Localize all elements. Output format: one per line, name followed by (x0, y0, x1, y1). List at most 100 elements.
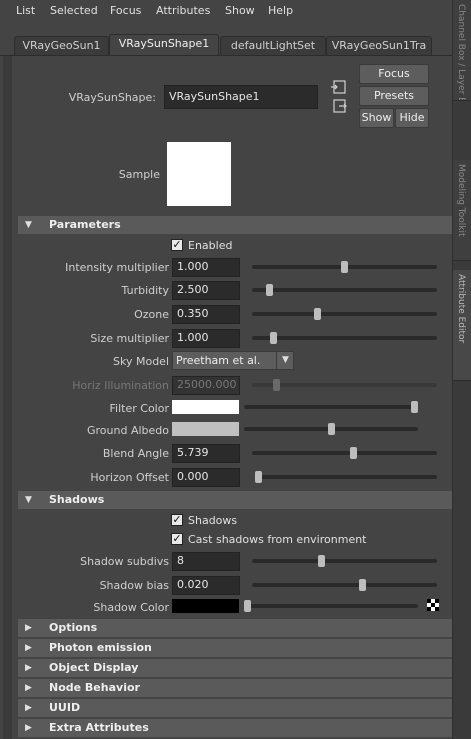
side-tab-channel-box[interactable]: Channel Box / Layer Editor (453, 0, 471, 101)
ground-albedo-label: Ground Albedo (86, 424, 169, 437)
expand-arrow-icon: ▼ (25, 220, 32, 230)
blend-angle-slider[interactable] (252, 451, 437, 455)
turbidity-label: Turbidity (121, 284, 169, 297)
shadow-subdivs-slider[interactable] (252, 559, 437, 563)
blend-angle-slider-handle[interactable] (349, 447, 357, 459)
hide-button[interactable]: Hide (395, 108, 429, 128)
tab-defaultlightset[interactable]: defaultLightSet (220, 36, 326, 55)
collapse-arrow-icon: ▶ (25, 683, 32, 693)
shadows-checkbox[interactable]: ✓ (171, 514, 183, 526)
section-shadows[interactable]: ▼ Shadows (18, 491, 452, 509)
turbidity-field[interactable]: 2.500 (172, 281, 240, 300)
node-tab-bar: VRayGeoSun1 VRaySunShape1 defaultLightSe… (0, 34, 452, 56)
size-multiplier-slider-handle[interactable] (269, 332, 277, 344)
show-button[interactable]: Show (359, 108, 394, 128)
section-uuid[interactable]: ▶ UUID (18, 699, 452, 717)
dropdown-arrow-icon: ▼ (276, 352, 294, 369)
sky-model-value: Preetham et al. (176, 354, 261, 367)
map-texture-icon[interactable] (427, 599, 439, 611)
shadow-color-label: Shadow Color (93, 601, 169, 614)
collapse-arrow-icon: ▶ (25, 663, 32, 673)
enabled-label: Enabled (188, 239, 233, 252)
horizon-offset-slider-handle[interactable] (255, 471, 262, 483)
node-name-label: VRaySunShape: (68, 91, 156, 104)
shadow-color-slider[interactable] (244, 604, 418, 608)
menu-selected[interactable]: Selected (50, 4, 98, 17)
ozone-field[interactable]: 0.350 (172, 305, 240, 324)
cast-shadows-env-checkbox[interactable]: ✓ (171, 533, 183, 545)
section-node-behavior[interactable]: ▶ Node Behavior (18, 679, 452, 697)
menu-focus[interactable]: Focus (110, 4, 141, 17)
shadow-bias-label: Shadow bias (99, 579, 169, 592)
sky-model-dropdown[interactable]: Preetham et al. ▼ (172, 351, 294, 370)
focus-button[interactable]: Focus (359, 64, 429, 84)
size-multiplier-field[interactable]: 1.000 (172, 329, 240, 348)
intensity-label: Intensity multiplier (65, 261, 169, 274)
shadow-bias-slider-handle[interactable] (358, 579, 366, 591)
sky-model-label: Sky Model (113, 355, 169, 368)
section-photon-emission[interactable]: ▶ Photon emission (18, 639, 452, 657)
turbidity-slider[interactable] (252, 288, 437, 292)
horiz-illumination-slider-handle (273, 379, 281, 391)
shadow-color-swatch[interactable] (172, 599, 239, 613)
enabled-checkbox[interactable]: ✓ (171, 239, 183, 251)
size-multiplier-slider[interactable] (252, 336, 437, 340)
horizon-offset-field[interactable]: 0.000 (172, 468, 240, 487)
filter-color-slider[interactable] (244, 405, 418, 409)
cast-shadows-env-label: Cast shadows from environment (188, 533, 367, 546)
collapse-arrow-icon: ▶ (25, 643, 32, 653)
ozone-slider[interactable] (252, 312, 437, 316)
tab-vraygeosun1[interactable]: VRayGeoSun1 (14, 36, 109, 55)
size-multiplier-label: Size multiplier (90, 332, 169, 345)
filter-color-swatch[interactable] (172, 400, 239, 414)
blend-angle-field[interactable]: 5.739 (172, 444, 240, 463)
copy-tab-icon[interactable] (331, 99, 347, 113)
section-extra-attributes[interactable]: ▶ Extra Attributes (18, 719, 452, 737)
ground-albedo-swatch[interactable] (172, 422, 239, 436)
scrollbar[interactable] (3, 56, 12, 739)
ozone-slider-handle[interactable] (314, 308, 322, 320)
shadow-subdivs-slider-handle[interactable] (317, 555, 325, 567)
menu-show[interactable]: Show (225, 4, 255, 17)
collapse-arrow-icon: ▶ (25, 723, 32, 733)
expand-arrow-icon: ▼ (25, 495, 32, 505)
collapse-arrow-icon: ▶ (25, 703, 32, 713)
presets-button[interactable]: Presets (359, 86, 429, 106)
menu-attributes[interactable]: Attributes (156, 4, 210, 17)
horiz-illumination-label: Horiz Illumination (72, 379, 169, 392)
filter-color-slider-handle[interactable] (411, 401, 418, 413)
side-tab-modeling-toolkit[interactable]: Modeling Toolkit (453, 160, 471, 261)
collapse-arrow-icon: ▶ (25, 623, 32, 633)
node-name-field[interactable]: VRaySunShape1 (164, 85, 318, 109)
tab-divider (0, 55, 452, 56)
sample-label: Sample (118, 168, 160, 181)
tab-vraygeosun1transform[interactable]: VRayGeoSun1Tra (326, 36, 432, 55)
section-object-display[interactable]: ▶ Object Display (18, 659, 452, 677)
menu-bar: List Selected Focus Attributes Show Help (0, 0, 452, 22)
shadow-subdivs-field[interactable]: 8 (172, 552, 240, 571)
menu-help[interactable]: Help (268, 4, 293, 17)
side-panel-tabs: Channel Box / Layer Editor Modeling Tool… (452, 0, 471, 739)
intensity-field[interactable]: 1.000 (172, 258, 240, 277)
shadow-color-slider-handle[interactable] (244, 600, 251, 612)
ground-albedo-slider-handle[interactable] (327, 423, 335, 435)
turbidity-slider-handle[interactable] (266, 284, 274, 296)
horizon-offset-slider[interactable] (255, 475, 437, 479)
intensity-slider-handle[interactable] (341, 261, 348, 273)
blend-angle-label: Blend Angle (102, 447, 169, 460)
shadows-checkbox-label: Shadows (188, 514, 238, 527)
horizon-offset-label: Horizon Offset (90, 471, 169, 484)
shadow-subdivs-label: Shadow subdivs (80, 555, 169, 568)
shadow-bias-slider[interactable] (252, 583, 437, 587)
sample-swatch (167, 142, 231, 206)
side-tab-attribute-editor[interactable]: Attribute Editor (453, 270, 471, 381)
menu-list[interactable]: List (16, 4, 35, 17)
load-attributes-icon[interactable] (331, 80, 347, 94)
tab-vraysunshape1[interactable]: VRaySunShape1 (109, 34, 219, 56)
ozone-label: Ozone (134, 308, 169, 321)
section-parameters[interactable]: ▼ Parameters (18, 216, 452, 234)
section-options[interactable]: ▶ Options (18, 619, 452, 637)
filter-color-label: Filter Color (109, 402, 169, 415)
shadow-bias-field[interactable]: 0.020 (172, 576, 240, 595)
horiz-illumination-field: 25000.000 (172, 376, 240, 395)
